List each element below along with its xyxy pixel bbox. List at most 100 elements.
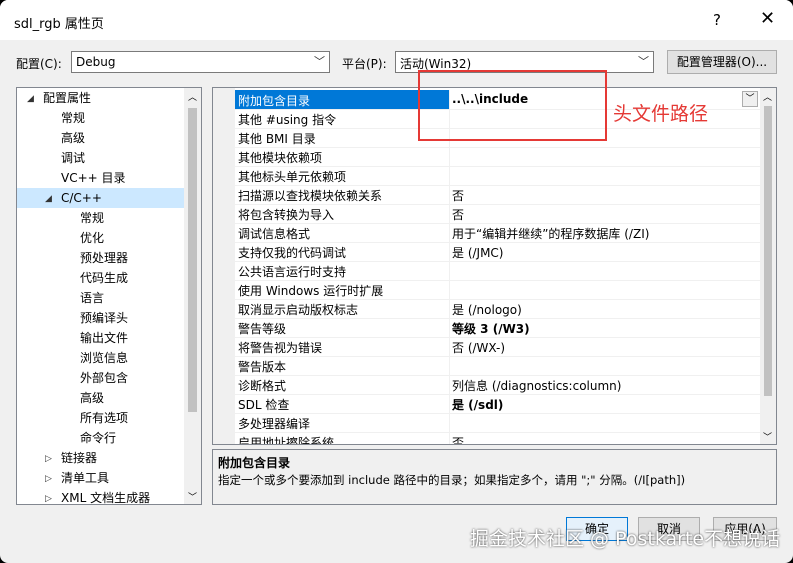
tree-item-cpp-language[interactable]: 语言 <box>80 288 104 308</box>
expand-icon[interactable]: ▷ <box>45 474 52 484</box>
tree-item-config-props[interactable]: 配置属性 <box>43 88 91 108</box>
property-row[interactable]: 诊断格式 列信息 (/diagnostics:column) <box>235 375 760 395</box>
tree-item-cpp-browse[interactable]: 浏览信息 <box>80 348 128 368</box>
tree-item-cpp-codegen[interactable]: 代码生成 <box>80 268 128 288</box>
config-manager-button[interactable]: 配置管理器(O)... <box>667 50 777 74</box>
property-value[interactable]: 用于“编辑并继续”的程序数据库 (/ZI) <box>452 225 649 242</box>
property-value[interactable]: 否 (/WX-) <box>452 339 505 356</box>
platform-label: 平台(P): <box>342 57 387 71</box>
property-name: 将包含转换为导入 <box>238 208 335 222</box>
property-value[interactable]: 列信息 (/diagnostics:column) <box>452 377 621 394</box>
property-row[interactable]: 将包含转换为导入 否 <box>235 204 760 224</box>
settings-tree: ◢ 配置属性 常规 高级 调试 VC++ 目录 ◢ C/C++ 常规 优化 预处… <box>16 87 202 505</box>
property-name: SDL 检查 <box>238 398 290 412</box>
property-row[interactable]: 取消显示启动版权标志 是 (/nologo) <box>235 299 760 319</box>
property-name: 其他 #using 指令 <box>238 113 337 127</box>
property-name: 警告版本 <box>238 360 287 374</box>
expand-icon[interactable]: ▷ <box>45 494 52 504</box>
tree-item-manifest[interactable]: 清单工具 <box>61 468 109 488</box>
config-value: Debug <box>76 55 116 69</box>
property-row[interactable]: 其他标头单元依赖项 <box>235 166 760 186</box>
property-row[interactable]: 将警告视为错误 否 (/WX-) <box>235 337 760 357</box>
grid-scrollbar[interactable]: ︿ ﹀ <box>760 88 776 444</box>
description-title: 附加包含目录 <box>218 456 291 470</box>
tree-item-cpp[interactable]: C/C++ <box>61 188 102 208</box>
chevron-down-icon: ﹀ <box>638 55 649 68</box>
tree-item-debugging[interactable]: 调试 <box>61 148 85 168</box>
property-pages-window: sdl_rgb 属性页 ? ✕ 配置(C): Debug ﹀ 平台(P): 活动… <box>0 0 793 563</box>
annotation-label: 头文件路径 <box>613 103 709 125</box>
tree-item-vc-dirs[interactable]: VC++ 目录 <box>61 168 126 188</box>
help-button[interactable]: ? <box>713 11 721 29</box>
description-panel: 附加包含目录 指定一个或多个要添加到 include 路径中的目录；如果指定多个… <box>212 449 777 505</box>
property-value[interactable]: 否 <box>452 434 464 444</box>
tree-item-cpp-pch[interactable]: 预编译头 <box>80 308 128 328</box>
window-title: sdl_rgb 属性页 <box>14 17 104 32</box>
property-row[interactable]: 支持仅我的代码调试 是 (/JMC) <box>235 242 760 262</box>
tree-item-cpp-external[interactable]: 外部包含 <box>80 368 128 388</box>
tree-item-cpp-preprocessor[interactable]: 预处理器 <box>80 248 128 268</box>
property-name: 公共语言运行时支持 <box>238 265 347 279</box>
tree-item-linker[interactable]: 链接器 <box>61 448 97 468</box>
property-row[interactable]: 使用 Windows 运行时扩展 <box>235 280 760 300</box>
property-name: 使用 Windows 运行时扩展 <box>238 284 384 298</box>
chevron-down-icon[interactable]: ﹀ <box>763 430 772 443</box>
collapse-icon[interactable]: ◢ <box>45 194 52 204</box>
property-name: 调试信息格式 <box>238 227 311 241</box>
property-value[interactable]: 是 (/JMC) <box>452 244 504 261</box>
property-value[interactable]: 是 (/sdl) <box>452 396 503 413</box>
property-name: 附加包含目录 <box>238 94 311 108</box>
property-name: 其他 BMI 目录 <box>238 132 316 146</box>
property-row[interactable]: 调试信息格式 用于“编辑并继续”的程序数据库 (/ZI) <box>235 223 760 243</box>
property-value[interactable]: 等级 3 (/W3) <box>452 320 530 337</box>
grid-gutter <box>213 88 235 444</box>
property-name: 诊断格式 <box>238 379 287 393</box>
property-name: 启用地址擦除系统 <box>238 436 335 445</box>
property-value[interactable]: 否 <box>452 206 464 223</box>
chevron-up-icon[interactable]: ︿ <box>188 90 197 103</box>
property-row[interactable]: 公共语言运行时支持 <box>235 261 760 281</box>
tree-item-cpp-cmdline[interactable]: 命令行 <box>80 428 116 448</box>
tree-item-cpp-output[interactable]: 输出文件 <box>80 328 128 348</box>
property-row[interactable]: 其他模块依赖项 <box>235 147 760 167</box>
property-name: 警告等级 <box>238 322 287 336</box>
tree-item-general[interactable]: 常规 <box>61 108 85 128</box>
watermark: 掘金技术社区 @ Postkarte不想说话 <box>470 528 781 550</box>
chevron-down-icon[interactable]: ﹀ <box>188 490 197 503</box>
property-value[interactable]: 否 <box>452 187 464 204</box>
config-label: 配置(C): <box>16 57 62 71</box>
property-name: 其他模块依赖项 <box>238 151 323 165</box>
property-row[interactable]: 警告版本 <box>235 356 760 376</box>
property-row[interactable]: 警告等级 等级 3 (/W3) <box>235 318 760 338</box>
expand-icon[interactable]: ▷ <box>45 454 52 464</box>
property-row[interactable]: 启用地址擦除系统 否 <box>235 432 760 445</box>
tree-item-cpp-advanced[interactable]: 高级 <box>80 388 104 408</box>
property-row[interactable]: 扫描源以查找模块依赖关系 否 <box>235 185 760 205</box>
chevron-down-icon: ﹀ <box>314 55 325 68</box>
property-row[interactable]: SDL 检查 是 (/sdl) <box>235 394 760 414</box>
chevron-up-icon[interactable]: ︿ <box>763 90 772 103</box>
grid-scroll-thumb[interactable] <box>764 106 772 396</box>
tree-item-advanced[interactable]: 高级 <box>61 128 85 148</box>
annotation-box <box>418 70 607 141</box>
property-value[interactable]: 是 (/nologo) <box>452 301 522 318</box>
title-bar: sdl_rgb 属性页 ? ✕ <box>0 0 793 40</box>
tree-item-xml[interactable]: XML 文档生成器 <box>61 488 150 504</box>
tree-item-cpp-all-options[interactable]: 所有选项 <box>80 408 128 428</box>
property-name: 其他标头单元依赖项 <box>238 170 347 184</box>
close-button[interactable]: ✕ <box>760 8 775 29</box>
tree-scroll-thumb[interactable] <box>188 108 197 412</box>
tree-item-cpp-general[interactable]: 常规 <box>80 208 104 228</box>
tree-item-cpp-optimization[interactable]: 优化 <box>80 228 104 248</box>
description-text: 指定一个或多个要添加到 include 路径中的目录；如果指定多个，请用 ";"… <box>218 473 686 487</box>
property-name: 取消显示启动版权标志 <box>238 303 359 317</box>
property-name: 扫描源以查找模块依赖关系 <box>238 189 383 203</box>
collapse-icon[interactable]: ◢ <box>27 94 34 104</box>
property-name: 支持仅我的代码调试 <box>238 246 347 260</box>
property-row[interactable]: 多处理器编译 <box>235 413 760 433</box>
tree-scrollbar[interactable]: ︿ ﹀ <box>184 88 201 504</box>
config-select[interactable]: Debug ﹀ <box>71 51 330 73</box>
property-name: 多处理器编译 <box>238 417 311 431</box>
property-name: 将警告视为错误 <box>238 341 323 355</box>
chevron-down-icon[interactable]: ﹀ <box>742 91 758 107</box>
